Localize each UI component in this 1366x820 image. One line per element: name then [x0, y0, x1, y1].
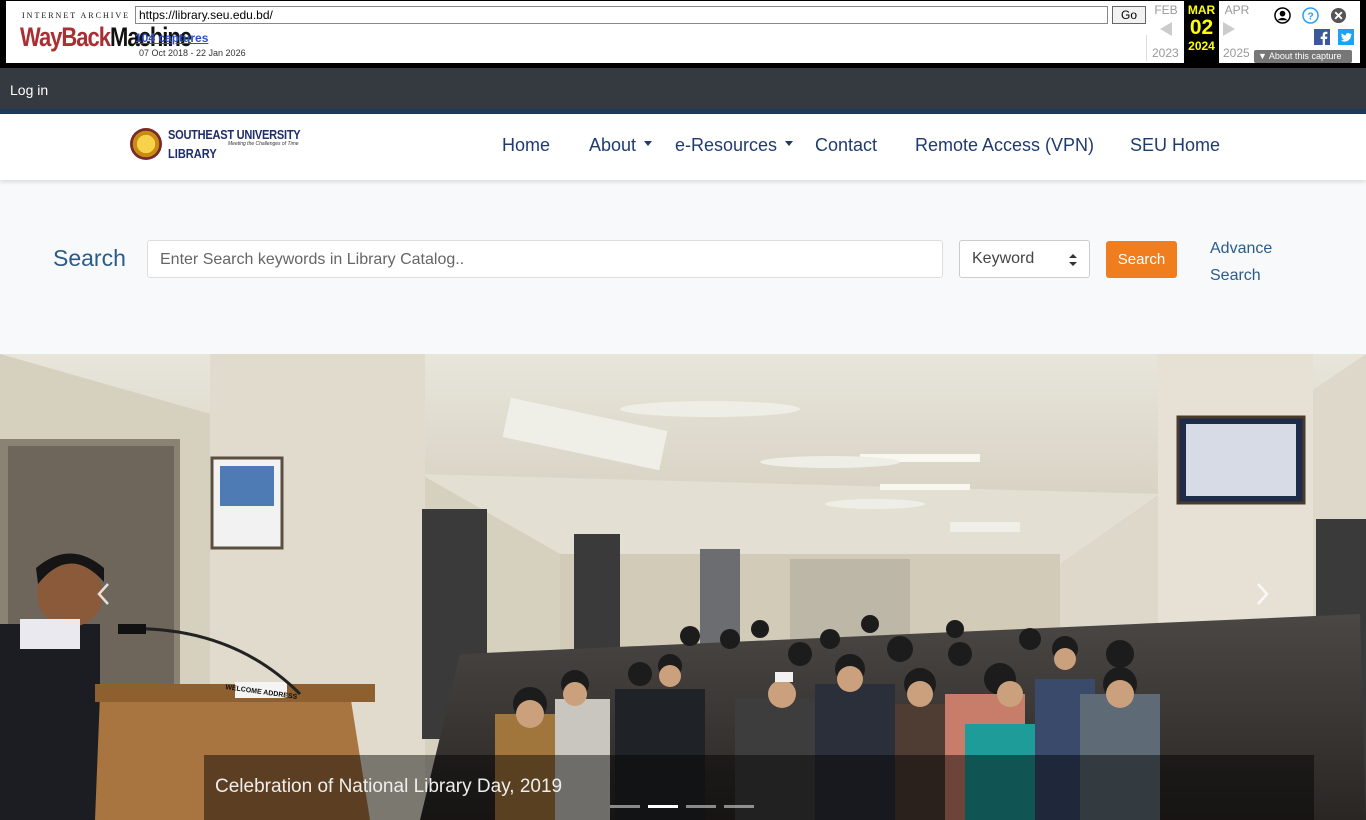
toolbar-divider: [1146, 35, 1147, 61]
search-type-value: Keyword: [972, 250, 1035, 267]
advance-search-link[interactable]: Advance Search: [1210, 235, 1290, 289]
slide-photo: WELCOME ADDRESS: [0, 354, 1366, 820]
wayback-go-button[interactable]: Go: [1112, 6, 1146, 24]
main-navbar: SOUTHEAST UNIVERSITY Meeting the Challen…: [0, 114, 1366, 180]
next-month-link[interactable]: APR: [1219, 3, 1255, 36]
prev-arrow-icon: [1160, 22, 1172, 36]
next-year[interactable]: 2025: [1223, 46, 1250, 60]
site-logo[interactable]: SOUTHEAST UNIVERSITY Meeting the Challen…: [130, 126, 301, 164]
current-day: 02: [1189, 16, 1214, 39]
nav-about-label: About: [589, 135, 637, 155]
carousel-indicator[interactable]: [610, 805, 640, 808]
current-capture-date: MAR 02 2024: [1184, 1, 1219, 63]
chevron-down-icon: [644, 141, 653, 146]
wayback-logo-top: INTERNET ARCHIVE: [22, 11, 131, 20]
captures-link[interactable]: 104 captures: [135, 31, 208, 45]
carousel-indicator[interactable]: [724, 805, 754, 808]
current-month: MAR: [1187, 3, 1216, 17]
carousel-indicator[interactable]: [648, 805, 678, 808]
nav-home[interactable]: Home: [502, 135, 550, 156]
nav-seu-home[interactable]: SEU Home: [1130, 135, 1220, 156]
nav-about[interactable]: About: [589, 135, 653, 156]
close-icon[interactable]: [1330, 7, 1347, 24]
account-icon[interactable]: [1274, 7, 1291, 24]
help-icon[interactable]: ?: [1302, 7, 1319, 24]
facebook-icon[interactable]: [1314, 29, 1330, 45]
prev-month-label: FEB: [1154, 3, 1178, 17]
wayback-logo-a: WayBack: [20, 22, 111, 52]
next-arrow-icon: [1223, 22, 1235, 36]
prev-month-link[interactable]: FEB: [1148, 3, 1184, 36]
slide-caption-text: Celebration of National Library Day, 201…: [215, 776, 563, 797]
search-button[interactable]: Search: [1106, 241, 1177, 278]
twitter-icon[interactable]: [1338, 29, 1354, 45]
nav-eresources[interactable]: e-Resources: [675, 135, 794, 156]
prev-year[interactable]: 2023: [1152, 46, 1179, 60]
carousel-next-icon[interactable]: [1256, 582, 1270, 606]
current-year: 2024: [1188, 39, 1215, 53]
select-arrows-icon: [1069, 254, 1077, 266]
next-month-label: APR: [1224, 3, 1250, 17]
search-heading: Search: [53, 245, 126, 271]
logo-line1: SOUTHEAST UNIVERSITY: [168, 127, 301, 142]
advance-search-line1: Advance: [1210, 240, 1273, 257]
captures-range: 07 Oct 2018 - 22 Jan 2026: [139, 48, 246, 58]
top-bar: Log in: [0, 68, 1366, 114]
logo-tagline: Meeting the Challenges of Time: [228, 141, 299, 147]
chevron-down-icon: [785, 141, 794, 146]
nav-remote-access[interactable]: Remote Access (VPN): [915, 135, 1094, 156]
slide-caption: Celebration of National Library Day, 201…: [204, 755, 1314, 820]
login-link[interactable]: Log in: [10, 82, 48, 98]
nav-eresources-label: e-Resources: [675, 135, 778, 155]
hero-carousel: WELCOME ADDRESS Celebration of National …: [0, 354, 1366, 820]
wayback-url-input[interactable]: https://library.seu.edu.bd/: [135, 6, 1108, 24]
wayback-toolbar: INTERNET ARCHIVE WayBackMachine https://…: [0, 0, 1366, 68]
carousel-indicator[interactable]: [686, 805, 716, 808]
wayback-logo[interactable]: INTERNET ARCHIVE WayBackMachine: [20, 8, 192, 54]
nav-contact[interactable]: Contact: [815, 135, 877, 156]
carousel-prev-icon[interactable]: [96, 582, 110, 606]
catalog-search-input[interactable]: Enter Search keywords in Library Catalog…: [147, 240, 943, 278]
svg-text:?: ?: [1307, 11, 1313, 22]
university-seal-icon: [130, 128, 162, 160]
search-type-select[interactable]: Keyword: [959, 240, 1090, 278]
advance-search-line2: Search: [1210, 267, 1261, 284]
logo-line2: LIBRARY: [168, 146, 217, 161]
about-capture-toggle[interactable]: ▼ About this capture: [1254, 50, 1352, 63]
